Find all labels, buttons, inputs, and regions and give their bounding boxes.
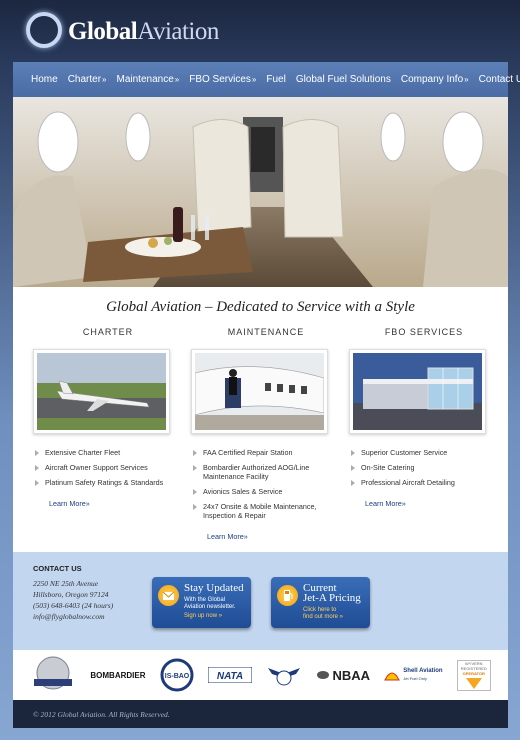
nav-label: Global Fuel Solutions [295, 74, 391, 85]
nav-label: Fuel [266, 74, 286, 85]
nav-charter[interactable]: Charter» [68, 74, 107, 85]
pricing-link[interactable]: find out more » [303, 614, 343, 620]
contact-address-line1: 2250 NE 25th Avenue [33, 579, 99, 588]
nav-label: Contact Us [478, 74, 520, 85]
copyright-text: © 2012 Global Aviation. All Rights Reser… [33, 710, 170, 719]
submenu-arrow-icon: » [464, 75, 469, 84]
logo-part2: Aviation [137, 18, 219, 45]
nav-label: Company Info [400, 74, 464, 85]
list-item: FAA Certified Repair Station [191, 448, 341, 457]
nav-company-info[interactable]: Company Info» [401, 74, 469, 85]
shell-icon [384, 672, 401, 681]
nav-contact-us[interactable]: Contact Us [479, 74, 520, 85]
fbo-building-image [353, 353, 482, 430]
wyvern-badge-icon [465, 677, 482, 689]
list-item: Superior Customer Service [349, 448, 499, 457]
logo[interactable]: GlobalAviation [68, 18, 219, 46]
isbao-logo: IS-BAO [160, 658, 194, 692]
partner-logos: BOMBARDIER IS-BAO NATA NBAA Shell Aviati… [13, 650, 508, 700]
argus-seal-logo [34, 656, 73, 690]
contact-address-line2: Hillsboro, Oregon 97124 [33, 590, 109, 599]
wings-emblem-logo [268, 668, 301, 686]
logo-ring-icon[interactable] [26, 12, 62, 48]
list-item: 24x7 Onsite & Mobile Maintenance, Inspec… [191, 502, 341, 520]
jet-on-runway-image [37, 353, 166, 430]
submenu-arrow-icon: » [251, 75, 257, 84]
main-nav: Home Charter» Maintenance» FBO Services»… [13, 62, 520, 97]
logo-part1: Global [68, 18, 138, 45]
list-item: On-Site Catering [349, 463, 499, 472]
isbao-text: IS-BAO [164, 673, 189, 680]
list-item: Professional Aircraft Detailing [349, 478, 499, 487]
column-title: CHARTER [82, 327, 134, 337]
maintenance-bullets: FAA Certified Repair Station Bombardier … [191, 448, 341, 520]
charter-learn-more-link[interactable]: Learn More» [49, 499, 90, 508]
nata-text: NATA [217, 671, 243, 682]
jet-cabin-illustration [13, 97, 508, 287]
nav-fuel[interactable]: Fuel [266, 74, 285, 85]
content-page: Home Charter» Maintenance» FBO Services»… [13, 62, 520, 700]
nav-label: Home [31, 74, 58, 85]
list-item: Extensive Charter Fleet [33, 448, 183, 457]
nbaa-text: NBAA [332, 667, 371, 683]
column-title: FBO SERVICES [384, 327, 464, 337]
bombardier-logo: BOMBARDIER [90, 670, 146, 680]
column-title: MAINTENANCE [227, 327, 305, 337]
shell-subtext: Jet Fuel Only [403, 675, 427, 681]
cta-title: Stay Updated [184, 582, 244, 594]
fbo-thumbnail[interactable] [349, 349, 486, 434]
pricing-link[interactable]: Click here to [303, 607, 336, 613]
nav-maintenance[interactable]: Maintenance» [117, 74, 180, 85]
list-item: Aircraft Owner Support Services [33, 463, 183, 472]
charter-column: CHARTER Extensive Charter Fleet Aircraft… [33, 327, 183, 511]
contact-band: CONTACT US 2250 NE 25th Avenue Hillsboro… [13, 552, 508, 650]
hero-cabin-image [13, 97, 508, 287]
contact-title: CONTACT US [33, 564, 82, 573]
page-tagline: Global Aviation – Dedicated to Service w… [106, 299, 415, 315]
fuel-pump-icon [277, 585, 298, 606]
cta-subtext: With the Global [184, 597, 226, 603]
signup-link[interactable]: Sign up now » [184, 613, 222, 619]
charter-thumbnail[interactable] [33, 349, 170, 434]
nbaa-swoosh-icon [317, 671, 330, 679]
nav-label: Maintenance [116, 74, 174, 85]
contact-phone: (503) 648-6403 (24 hours) [33, 601, 114, 610]
charter-bullets: Extensive Charter Fleet Aircraft Owner S… [33, 448, 183, 487]
wyvern-logo: WYVERN REGISTERED OPERATOR [456, 659, 491, 691]
fuel-pricing-cta-button[interactable]: Current Jet-A Pricing Click here to find… [271, 577, 370, 628]
nav-label: Charter [67, 74, 102, 85]
fbo-bullets: Superior Customer Service On-Site Cateri… [349, 448, 499, 487]
maintenance-learn-more-link[interactable]: Learn More» [207, 532, 248, 541]
maintenance-column: MAINTENANCE FAA Certified Repair Station… [191, 327, 341, 544]
fbo-column: FBO SERVICES Superior Customer Service O… [349, 327, 499, 511]
nav-label: FBO Services [189, 74, 251, 85]
list-item: Bombardier Authorized AOG/Line Maintenan… [191, 463, 341, 481]
contact-email-link[interactable]: info@flyglobalnow.com [33, 612, 105, 621]
nav-home[interactable]: Home [31, 74, 58, 85]
jet-maintenance-image [195, 353, 324, 430]
site-footer: © 2012 Global Aviation. All Rights Reser… [13, 700, 508, 728]
shell-text: Shell Aviation [403, 667, 443, 674]
list-item: Platinum Safety Ratings & Standards [33, 478, 183, 487]
cta-title: Jet-A Pricing [303, 592, 361, 604]
nata-logo: NATA [207, 667, 252, 683]
submenu-arrow-icon: » [102, 75, 107, 84]
site-header: GlobalAviation [0, 0, 520, 62]
nav-global-fuel-solutions[interactable]: Global Fuel Solutions [296, 74, 391, 85]
cta-subtext: Aviation newsletter. [184, 604, 236, 610]
list-item: Avionics Sales & Service [191, 487, 341, 496]
fbo-learn-more-link[interactable]: Learn More» [365, 499, 406, 508]
nbaa-logo: NBAA [316, 668, 370, 683]
submenu-arrow-icon: » [174, 75, 180, 84]
envelope-icon [158, 585, 179, 606]
nav-fbo-services[interactable]: FBO Services» [189, 74, 256, 85]
maintenance-thumbnail[interactable] [191, 349, 328, 434]
shell-aviation-logo: Shell Aviation Jet Fuel Only [384, 667, 443, 683]
newsletter-cta-button[interactable]: Stay Updated With the Global Aviation ne… [152, 577, 251, 628]
